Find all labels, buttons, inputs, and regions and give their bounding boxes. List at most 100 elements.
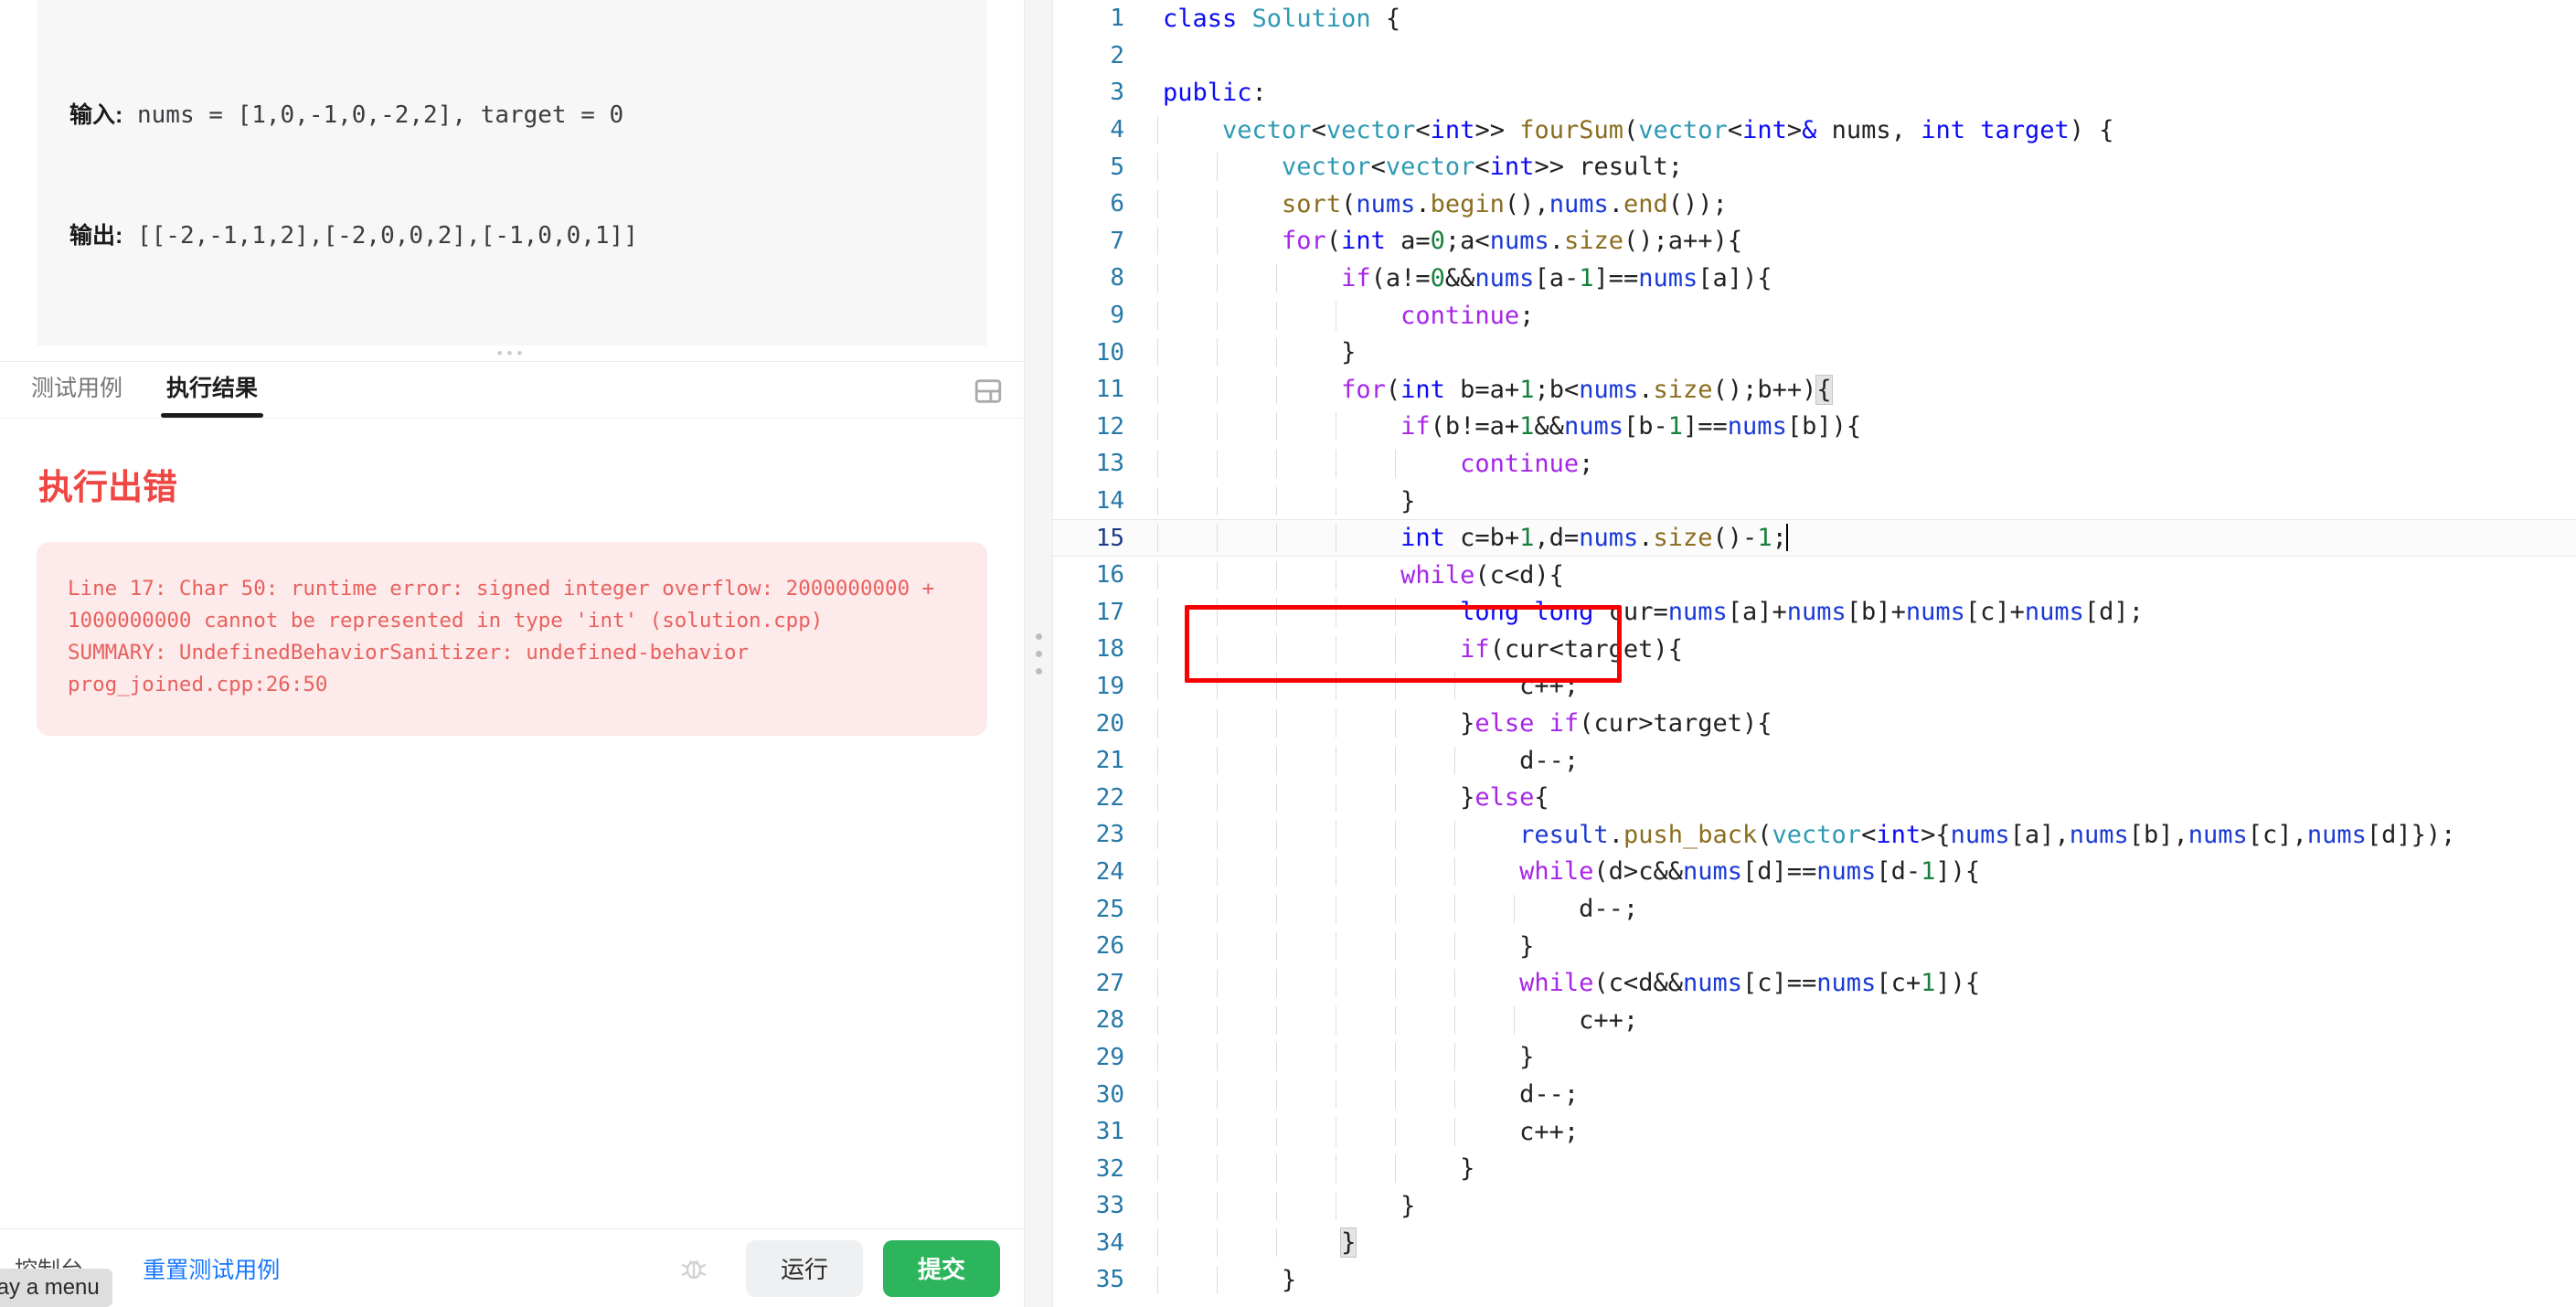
code-line[interactable]: 29 } xyxy=(1053,1039,2576,1077)
layout-panel-icon[interactable] xyxy=(973,376,1004,407)
code-line[interactable]: 20 }else if(cur>target){ xyxy=(1053,705,2576,742)
code-token: ()- xyxy=(1712,524,1758,553)
results-tabs-bar: 测试用例 执行结果 xyxy=(0,362,1024,419)
horizontal-splitter-handle[interactable]: ••• xyxy=(0,345,1024,362)
code-line[interactable]: 25 d--; xyxy=(1053,890,2576,928)
line-number: 9 xyxy=(1110,302,1124,330)
code-line-text: class Solution { xyxy=(1155,5,1400,33)
indent-guide xyxy=(1276,1228,1277,1258)
code-token: nums xyxy=(1950,820,2010,849)
code-token: target xyxy=(1980,115,2070,144)
code-line-text: for(int a=0;a<nums.size();a++){ xyxy=(1155,227,1743,256)
indent-guide xyxy=(1276,598,1277,627)
code-line[interactable]: 15 int c=b+1,d=nums.size()-1; xyxy=(1053,519,2576,557)
code-line[interactable]: 28 c++; xyxy=(1053,1002,2576,1039)
code-line[interactable]: 21 d--; xyxy=(1053,742,2576,780)
indent-guide xyxy=(1276,783,1277,813)
code-token: for xyxy=(1282,227,1326,256)
indent-guide xyxy=(1276,969,1277,998)
code-token: nums, xyxy=(1816,115,1921,144)
indent-guide xyxy=(1276,486,1277,515)
code-token: . xyxy=(1638,375,1654,404)
code-line[interactable]: 23 result.push_back(vector<int>{nums[a],… xyxy=(1053,816,2576,854)
code-token: >> result; xyxy=(1534,153,1684,182)
run-button[interactable]: 运行 xyxy=(745,1239,863,1297)
code-line[interactable]: 35 } xyxy=(1053,1261,2576,1299)
code-token: ();a++){ xyxy=(1623,227,1743,256)
code-line[interactable]: 34 } xyxy=(1053,1225,2576,1262)
code-editor[interactable]: 1 class Solution {2 3 public: 4 vector<vecto… xyxy=(1053,0,2576,1307)
example-1-output-label: 输出: xyxy=(69,223,123,249)
code-line-text: } xyxy=(1155,1191,1415,1220)
code-line-text: continue; xyxy=(1155,301,1534,330)
code-line[interactable]: 22 }else{ xyxy=(1053,779,2576,816)
indent-guide xyxy=(1217,524,1218,553)
code-line[interactable]: 18 if(cur<target){ xyxy=(1053,631,2576,668)
code-token: 1 xyxy=(1519,524,1535,553)
code-line[interactable]: 4 vector<vector<int>> fourSum(vector<int… xyxy=(1053,112,2576,149)
code-line-text: } xyxy=(1155,931,1535,961)
code-line[interactable]: 2 xyxy=(1053,37,2576,75)
code-token: c=b+ xyxy=(1444,524,1520,553)
indent-guide xyxy=(1157,263,1158,292)
indent-guide xyxy=(1395,931,1396,961)
line-number: 26 xyxy=(1095,932,1124,961)
code-line[interactable]: 14 } xyxy=(1053,483,2576,520)
code-line[interactable]: 7 for(int a=0;a<nums.size();a++){ xyxy=(1053,223,2576,260)
code-line[interactable]: 32 } xyxy=(1053,1150,2576,1187)
code-line-text: d--; xyxy=(1155,746,1579,775)
indent-guide xyxy=(1157,524,1158,553)
code-line[interactable]: 27 while(c<d&&nums[c]==nums[c+1]){ xyxy=(1053,964,2576,1002)
code-line[interactable]: 3 public: xyxy=(1053,74,2576,112)
code-token: end xyxy=(1623,189,1668,218)
vertical-splitter-handle[interactable] xyxy=(1024,0,1053,1307)
code-token: size xyxy=(1653,524,1713,553)
code-token: } xyxy=(1163,931,1535,961)
code-line[interactable]: 16 while(c<d){ xyxy=(1053,557,2576,594)
code-token: (c<d){ xyxy=(1474,560,1564,590)
code-token: int xyxy=(1742,115,1787,144)
code-token: { xyxy=(1534,783,1549,813)
line-number: 32 xyxy=(1095,1154,1124,1183)
tab-result[interactable]: 执行结果 xyxy=(144,370,280,418)
code-line[interactable]: 13 continue; xyxy=(1053,445,2576,483)
code-line[interactable]: 24 while(d>c&&nums[d]==nums[d-1]){ xyxy=(1053,854,2576,891)
code-line[interactable]: 11 for(int b=a+1;b<nums.size();b++){ xyxy=(1053,371,2576,409)
indent-guide xyxy=(1217,1228,1218,1258)
code-line[interactable]: 19 c++; xyxy=(1053,668,2576,706)
indent-guide xyxy=(1157,1043,1158,1072)
code-line[interactable]: 6 sort(nums.begin(),nums.end()); xyxy=(1053,186,2576,223)
indent-guide xyxy=(1217,598,1218,627)
code-line[interactable]: 31 c++; xyxy=(1053,1113,2576,1151)
drag-dot-icon xyxy=(1035,632,1042,640)
reset-testcase-link[interactable]: 重置测试用例 xyxy=(143,1252,280,1285)
code-line[interactable]: 33 } xyxy=(1053,1187,2576,1225)
code-line[interactable]: 8 if(a!=0&&nums[a-1]==nums[a]){ xyxy=(1053,260,2576,297)
bug-icon[interactable] xyxy=(678,1253,709,1284)
code-token: [c+ xyxy=(1876,969,1921,998)
indent-guide xyxy=(1395,746,1396,775)
code-token: (), xyxy=(1504,189,1549,218)
code-line[interactable]: 17 long long cur=nums[a]+nums[b]+nums[c]… xyxy=(1053,594,2576,632)
code-line[interactable]: 10 } xyxy=(1053,334,2576,371)
indent-guide xyxy=(1217,1154,1218,1184)
tab-testcase[interactable]: 测试用例 xyxy=(9,370,144,418)
code-line[interactable]: 12 if(b!=a+1&&nums[b-1]==nums[b]){ xyxy=(1053,409,2576,446)
line-number: 11 xyxy=(1095,376,1124,404)
code-token: nums xyxy=(1816,857,1877,887)
indent-guide xyxy=(1276,301,1277,330)
code-line[interactable]: 9 continue; xyxy=(1053,297,2576,335)
submit-button[interactable]: 提交 xyxy=(882,1239,1000,1297)
code-line[interactable]: 1 class Solution { xyxy=(1053,0,2576,37)
code-line[interactable]: 30 d--; xyxy=(1053,1076,2576,1113)
example-1-input-label: 输入: xyxy=(69,102,123,128)
code-line[interactable]: 26 } xyxy=(1053,928,2576,965)
indent-guide xyxy=(1217,263,1218,292)
code-token: a= xyxy=(1385,227,1431,256)
code-line[interactable]: 5 vector<vector<int>> result; xyxy=(1053,148,2576,186)
code-token: 0 xyxy=(1430,263,1445,292)
code-line-text: c++; xyxy=(1155,1117,1579,1146)
